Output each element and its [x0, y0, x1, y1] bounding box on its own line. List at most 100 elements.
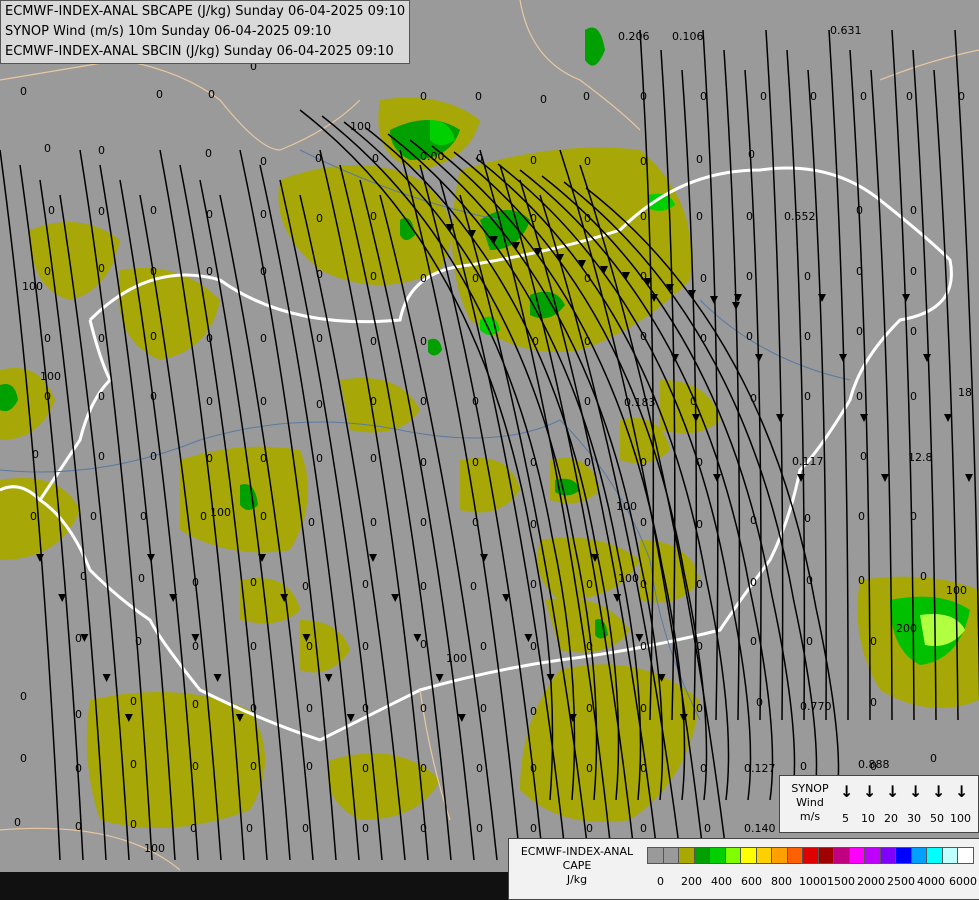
- wind-arrow-icon: ↓: [932, 782, 946, 801]
- map-value-label: 0.552: [784, 210, 816, 223]
- map-value-label: 100: [618, 572, 639, 585]
- map-value-label: 0: [540, 93, 547, 106]
- map-value-label: 0: [98, 262, 105, 275]
- map-value-label: 0: [806, 574, 813, 587]
- cape-swatch: [957, 847, 974, 864]
- title-line-wind: SYNOP Wind (m/s) 10m Sunday 06-04-2025 0…: [5, 24, 332, 39]
- cape-tick-label: 0: [657, 875, 664, 888]
- map-value-label: 0: [640, 155, 647, 168]
- map-value-label: 0: [260, 395, 267, 408]
- map-value-label: 0: [696, 518, 703, 531]
- map-value-label: 0: [370, 516, 377, 529]
- map-value-label: 0: [856, 390, 863, 403]
- map-value-label: 0: [920, 570, 927, 583]
- map-value-label: 0: [206, 452, 213, 465]
- map-value-label: 0.770: [800, 700, 832, 713]
- map-value-label: 0: [32, 448, 39, 461]
- map-value-label: 0: [192, 698, 199, 711]
- map-value-label: 0: [586, 822, 593, 835]
- map-value-label: 0: [316, 268, 323, 281]
- map-value-label: 0: [75, 632, 82, 645]
- map-value-label: 0: [130, 758, 137, 771]
- map-value-label: 0: [958, 90, 965, 103]
- map-value-label: 0: [75, 708, 82, 721]
- map-value-label: 0: [250, 576, 257, 589]
- title-line-cape: ECMWF-INDEX-ANAL SBCAPE (J/kg) Sunday 06…: [5, 4, 406, 19]
- map-value-label: 0: [150, 390, 157, 403]
- map-value-label: 100: [350, 120, 371, 133]
- map-value-label: 0: [306, 702, 313, 715]
- map-value-label: 0: [44, 142, 51, 155]
- map-value-label: 0: [250, 702, 257, 715]
- map-value-label: 0: [150, 204, 157, 217]
- map-value-label: 0: [200, 510, 207, 523]
- cape-swatch: [864, 847, 881, 864]
- map-value-label: 0: [470, 580, 477, 593]
- map-value-label: 0: [910, 325, 917, 338]
- map-value-label: 0.140: [744, 822, 776, 835]
- map-value-label: 0: [700, 272, 707, 285]
- map-value-label: 0: [150, 330, 157, 343]
- cape-swatch: [895, 847, 912, 864]
- map-value-label: 0: [700, 762, 707, 775]
- map-value-label: 0: [472, 272, 479, 285]
- map-value-label: 0: [246, 822, 253, 835]
- map-value-label: 0.183: [624, 396, 656, 409]
- map-value-label: 0: [370, 210, 377, 223]
- map-value-label: 0: [44, 390, 51, 403]
- map-value-label: 0: [420, 456, 427, 469]
- wind-legend: SYNOP Wind m/s ↓ ↓ ↓ ↓ ↓ ↓ 5 10 20 30 50…: [779, 775, 979, 833]
- map-value-label: 0: [696, 702, 703, 715]
- cape-swatch: [833, 847, 850, 864]
- map-value-label: 0: [640, 578, 647, 591]
- cape-swatch: [724, 847, 742, 864]
- map-value-label: 0: [910, 390, 917, 403]
- map-value-label: 200: [896, 622, 917, 635]
- map-value-label: 0: [584, 272, 591, 285]
- map-value-label: 0: [98, 332, 105, 345]
- map-value-label: 0: [138, 572, 145, 585]
- map-value-label: 0: [858, 510, 865, 523]
- map-value-label: 0: [372, 152, 379, 165]
- map-value-label: 0: [860, 450, 867, 463]
- cape-swatch: [740, 847, 757, 864]
- cape-tick-label: 2500: [887, 875, 915, 888]
- map-value-label: 0: [250, 760, 257, 773]
- map-value-label: 0: [420, 90, 427, 103]
- map-value-label: 0: [856, 204, 863, 217]
- map-value-label: 0: [420, 516, 427, 529]
- map-value-label: 0: [586, 578, 593, 591]
- map-value-label: 0: [316, 332, 323, 345]
- map-value-label: 0: [20, 690, 27, 703]
- map-value-label: 100: [946, 584, 967, 597]
- map-value-label: 0: [640, 516, 647, 529]
- wind-legend-title: SYNOP Wind m/s: [791, 782, 829, 823]
- map-value-label: 0: [302, 822, 309, 835]
- map-value-label: 0: [370, 395, 377, 408]
- map-value-label: 0: [206, 265, 213, 278]
- map-value-label: 0: [130, 818, 137, 831]
- map-value-label: 0: [696, 210, 703, 223]
- map-value-label: 0: [156, 88, 163, 101]
- map-value-label: 100: [144, 842, 165, 855]
- map-value-label: 0.888: [858, 758, 890, 771]
- map-value-label: 0: [472, 456, 479, 469]
- map-value-label: 0: [530, 822, 537, 835]
- map-value-label: 0: [260, 510, 267, 523]
- map-value-label: 0: [806, 635, 813, 648]
- cape-swatch: [941, 847, 959, 864]
- map-value-label: 0: [530, 578, 537, 591]
- map-value-label: 0: [584, 212, 591, 225]
- map-value-label: 0: [856, 265, 863, 278]
- map-value-label: 0: [700, 90, 707, 103]
- map-value-label: 0: [696, 640, 703, 653]
- map-value-label: 0: [910, 265, 917, 278]
- map-value-label: 0: [804, 512, 811, 525]
- map-value-label: 0: [302, 580, 309, 593]
- map-value-label: 0: [370, 270, 377, 283]
- map-value-label: 0: [690, 395, 697, 408]
- map-value-label: 0: [14, 816, 21, 829]
- map-value-label: 0: [530, 705, 537, 718]
- map-value-label: 0: [316, 212, 323, 225]
- map-value-label: 100: [616, 500, 637, 513]
